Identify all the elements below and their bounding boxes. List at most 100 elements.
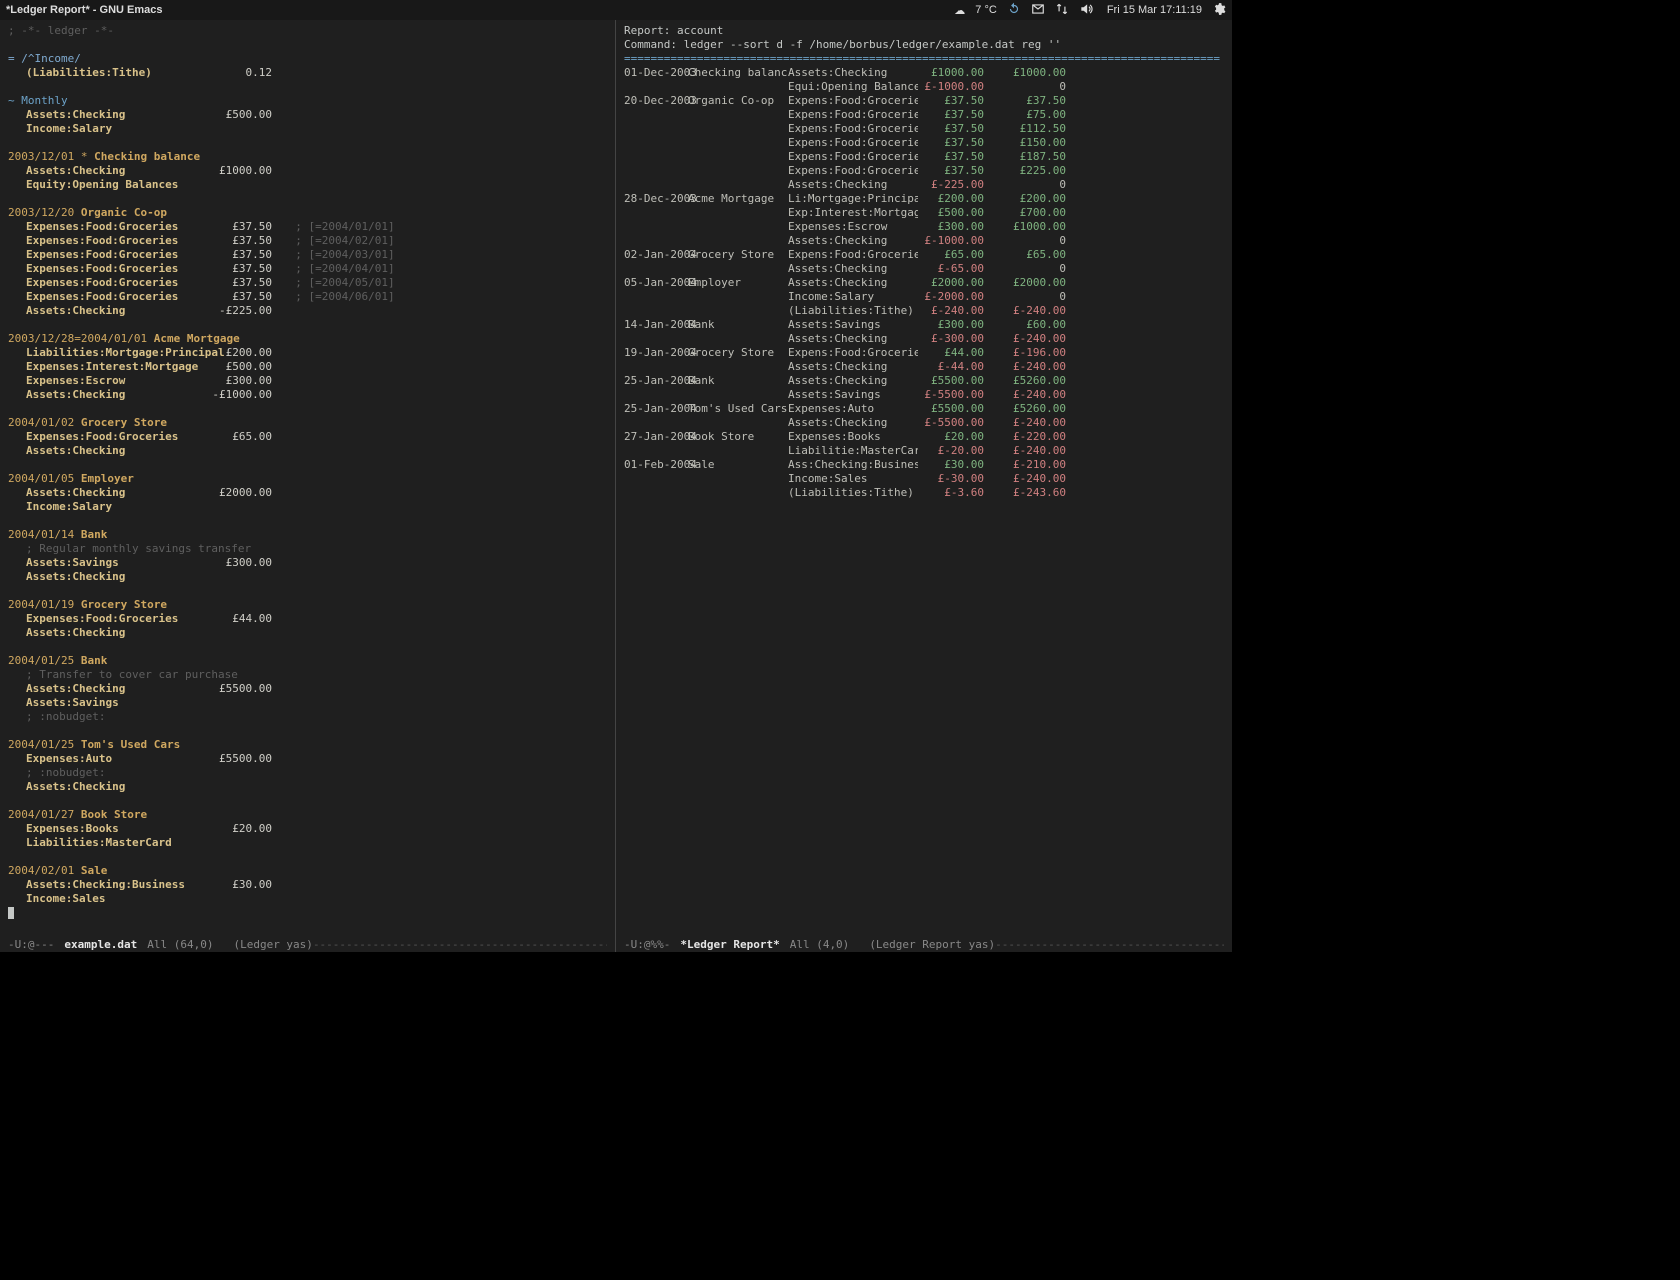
report-row: Income:Sales£-30.00£-240.00 bbox=[624, 472, 1224, 486]
report-account: Expens:Food:Groceries bbox=[788, 94, 918, 108]
report-separator: ========================================… bbox=[624, 52, 1224, 66]
report-payee bbox=[688, 416, 788, 430]
report-payee bbox=[688, 304, 788, 318]
report-balance: £37.50 bbox=[994, 94, 1066, 108]
posting-amount bbox=[206, 626, 272, 640]
transaction-header: 2004/01/05 Employer bbox=[8, 472, 607, 486]
report-account: (Liabilities:Tithe) bbox=[788, 304, 918, 318]
report-row: Equi:Opening Balances£-1000.000 bbox=[624, 80, 1224, 94]
report-balance: £700.00 bbox=[994, 206, 1066, 220]
posting-account: Assets:Checking:Business bbox=[8, 878, 206, 892]
report-account: Assets:Checking bbox=[788, 360, 918, 374]
report-amount: £37.50 bbox=[918, 150, 984, 164]
posting-effective-date: ; [=2004/01/01] bbox=[272, 220, 395, 234]
report-date: 02-Jan-2004 bbox=[624, 248, 688, 262]
report-amount: £-20.00 bbox=[918, 444, 984, 458]
report-date bbox=[624, 206, 688, 220]
report-amount: £-240.00 bbox=[918, 304, 984, 318]
report-account: Expens:Food:Groceries bbox=[788, 150, 918, 164]
report-amount: £-225.00 bbox=[918, 178, 984, 192]
report-command: Command: ledger --sort d -f /home/borbus… bbox=[624, 38, 1224, 52]
posting-amount bbox=[206, 780, 272, 794]
report-amount: £37.50 bbox=[918, 108, 984, 122]
network-icon[interactable] bbox=[1055, 2, 1069, 19]
mail-icon[interactable] bbox=[1031, 2, 1045, 19]
report-account: Ass:Checking:Business bbox=[788, 458, 918, 472]
report-title: Report: account bbox=[624, 24, 1224, 38]
report-account: Assets:Checking bbox=[788, 276, 918, 290]
weather-text: 7 °C bbox=[975, 4, 997, 16]
report-account: Assets:Checking bbox=[788, 262, 918, 276]
report-account: Li:Mortgage:Principal bbox=[788, 192, 918, 206]
report-balance: 0 bbox=[994, 80, 1066, 94]
posting-amount bbox=[206, 500, 272, 514]
report-amount: £-30.00 bbox=[918, 472, 984, 486]
report-date bbox=[624, 472, 688, 486]
ledger-report-buffer[interactable]: Report: accountCommand: ledger --sort d … bbox=[616, 20, 1232, 936]
report-payee: Sale bbox=[688, 458, 788, 472]
transaction-comment: ; Transfer to cover car purchase bbox=[8, 668, 607, 682]
posting-account: Assets:Checking bbox=[8, 570, 206, 584]
report-account: Assets:Checking bbox=[788, 416, 918, 430]
report-date: 14-Jan-2004 bbox=[624, 318, 688, 332]
report-date bbox=[624, 178, 688, 192]
ledger-source-buffer[interactable]: ; -*- ledger -*- = /^Income/(Liabilities… bbox=[0, 20, 615, 936]
posting-account: Income:Salary bbox=[8, 500, 206, 514]
left-window[interactable]: ; -*- ledger -*- = /^Income/(Liabilities… bbox=[0, 20, 616, 952]
report-amount: £-1000.00 bbox=[918, 80, 984, 94]
posting-effective-date: ; [=2004/03/01] bbox=[272, 248, 395, 262]
posting-effective-date: ; [=2004/04/01] bbox=[272, 262, 395, 276]
posting-amount: £37.50 bbox=[206, 276, 272, 290]
report-account: Liabilitie:MasterCard bbox=[788, 444, 918, 458]
modeline-buffer-name: example.dat bbox=[64, 938, 137, 951]
report-payee: Acme Mortgage bbox=[688, 192, 788, 206]
report-balance: 0 bbox=[994, 290, 1066, 304]
posting-effective-date: ; [=2004/02/01] bbox=[272, 234, 395, 248]
posting-amount bbox=[206, 444, 272, 458]
posting-effective-date: ; [=2004/05/01] bbox=[272, 276, 395, 290]
report-balance: £200.00 bbox=[994, 192, 1066, 206]
report-date: 27-Jan-2004 bbox=[624, 430, 688, 444]
gear-icon[interactable] bbox=[1212, 2, 1226, 19]
report-row: 01-Dec-2003Checking balanceAssets:Checki… bbox=[624, 66, 1224, 80]
report-row: 28-Dec-2003Acme MortgageLi:Mortgage:Prin… bbox=[624, 192, 1224, 206]
report-date bbox=[624, 164, 688, 178]
report-row: Expens:Food:Groceries£37.50£225.00 bbox=[624, 164, 1224, 178]
report-balance: £-240.00 bbox=[994, 332, 1066, 346]
report-account: Expenses:Auto bbox=[788, 402, 918, 416]
volume-icon[interactable] bbox=[1079, 2, 1093, 19]
report-row: 14-Jan-2004BankAssets:Savings£300.00£60.… bbox=[624, 318, 1224, 332]
posting-account: (Liabilities:Tithe) bbox=[8, 66, 206, 80]
report-account: Assets:Checking bbox=[788, 234, 918, 248]
right-window[interactable]: Report: accountCommand: ledger --sort d … bbox=[616, 20, 1232, 952]
report-account: Assets:Savings bbox=[788, 388, 918, 402]
modeline-major-mode: (Ledger Report yas) bbox=[869, 938, 995, 951]
report-balance: £187.50 bbox=[994, 150, 1066, 164]
report-amount: £-1000.00 bbox=[918, 234, 984, 248]
report-row: Liabilitie:MasterCard£-20.00£-240.00 bbox=[624, 444, 1224, 458]
report-date: 25-Jan-2004 bbox=[624, 374, 688, 388]
report-row: Income:Salary£-2000.000 bbox=[624, 290, 1224, 304]
report-balance: £5260.00 bbox=[994, 402, 1066, 416]
report-account: Assets:Checking bbox=[788, 332, 918, 346]
report-row: Assets:Checking£-300.00£-240.00 bbox=[624, 332, 1224, 346]
posting-amount: £20.00 bbox=[206, 822, 272, 836]
report-row: Expens:Food:Groceries£37.50 £187.50 bbox=[624, 150, 1224, 164]
transaction-comment: ; :nobudget: bbox=[8, 710, 607, 724]
report-date: 01-Dec-2003 bbox=[624, 66, 688, 80]
posting-amount: £2000.00 bbox=[206, 486, 272, 500]
clock-text: Fri 15 Mar 17:11:19 bbox=[1107, 4, 1202, 16]
report-row: Assets:Checking£-1000.000 bbox=[624, 234, 1224, 248]
report-payee: Tom's Used Cars bbox=[688, 402, 788, 416]
report-amount: £200.00 bbox=[918, 192, 984, 206]
report-balance: £150.00 bbox=[994, 136, 1066, 150]
report-amount: £37.50 bbox=[918, 164, 984, 178]
report-payee: Bank bbox=[688, 374, 788, 388]
transaction-header: 2004/01/19 Grocery Store bbox=[8, 598, 607, 612]
refresh-icon[interactable] bbox=[1007, 2, 1021, 19]
report-account: Expens:Food:Groceries bbox=[788, 346, 918, 360]
report-balance: £-240.00 bbox=[994, 304, 1066, 318]
report-account: (Liabilities:Tithe) bbox=[788, 486, 918, 500]
report-account: Expens:Food:Groceries bbox=[788, 164, 918, 178]
report-row: 27-Jan-2004Book StoreExpenses:Books£20.0… bbox=[624, 430, 1224, 444]
